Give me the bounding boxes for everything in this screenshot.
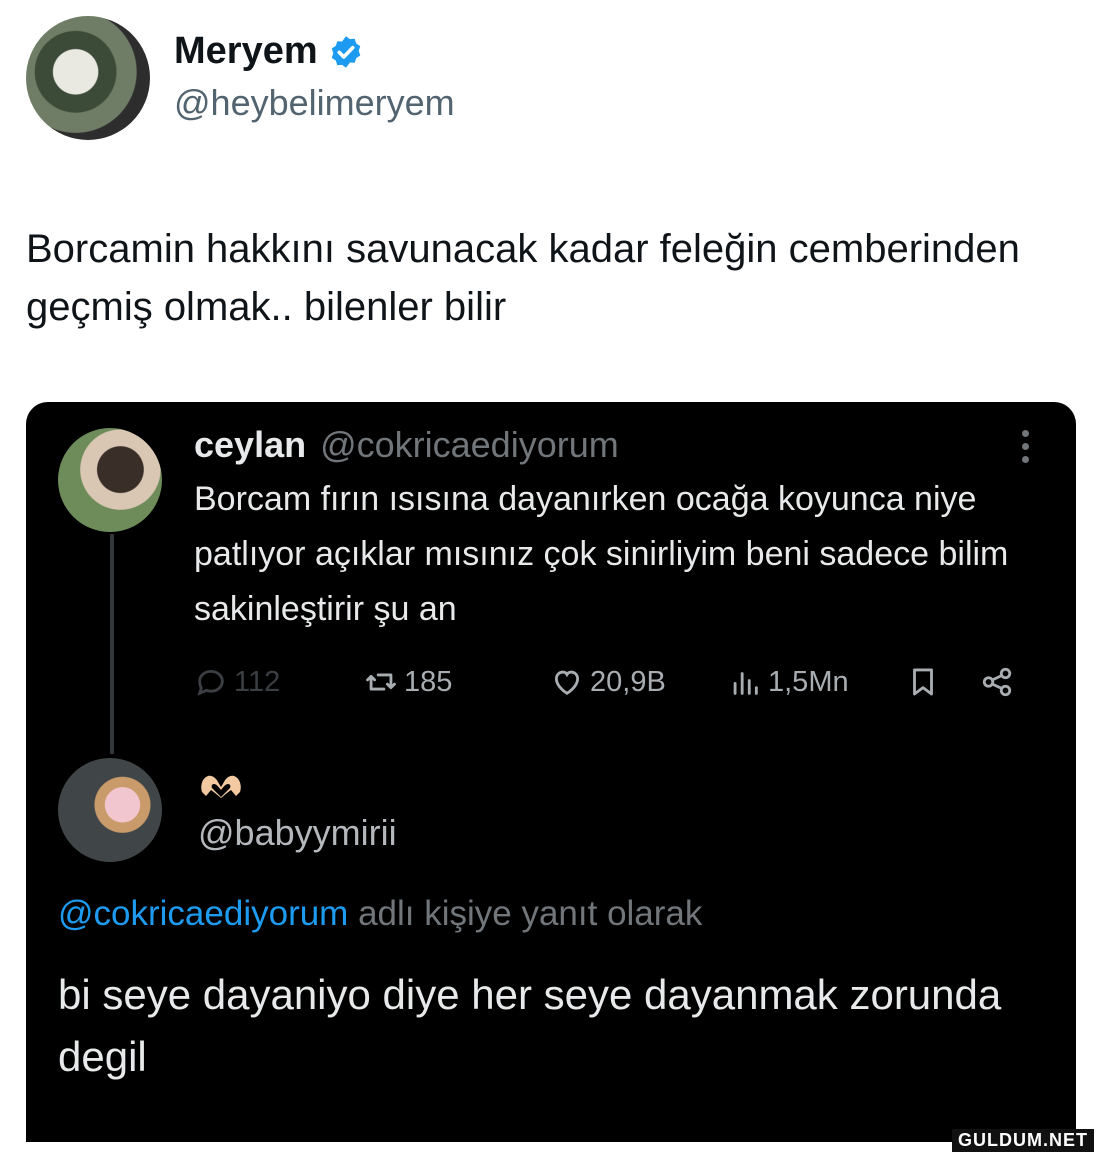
share-icon (982, 667, 1012, 697)
reply-author-handle[interactable]: @babyymirii (198, 812, 397, 854)
author-handle[interactable]: @heybelimeryem (174, 82, 455, 124)
site-watermark: GULDUM.NET (952, 1129, 1094, 1152)
replying-to-label: adlı kişiye yanıt olarak (348, 894, 703, 933)
bookmark-button[interactable] (906, 660, 940, 704)
reply-button[interactable]: 112 (194, 660, 280, 704)
verified-icon (331, 35, 360, 68)
like-button[interactable]: 20,9B (550, 660, 666, 704)
retweet-icon (366, 673, 396, 691)
quoted-text: Borcam fırın ısısına dayanırken ocağa ko… (194, 480, 1009, 628)
share-button[interactable] (980, 660, 1014, 704)
reply-mention-link[interactable]: @cokricaediyorum (58, 894, 348, 933)
like-count: 20,9B (590, 665, 666, 698)
quoted-author-name[interactable]: ceylan (194, 424, 306, 466)
quoted-author-avatar[interactable] (58, 428, 162, 532)
quoted-screenshot: ceylan @cokricaediyorum Borcam fırın ısı… (26, 402, 1076, 1142)
heart-hands-icon (201, 775, 241, 798)
more-icon[interactable] (1020, 430, 1030, 463)
reply-author-avatar[interactable] (58, 758, 162, 862)
author-name-row[interactable]: Meryem (174, 30, 364, 73)
reply-count: 112 (234, 665, 281, 698)
views-count: 1,5Mn (768, 665, 849, 698)
like-icon (554, 670, 580, 695)
quoted-author-handle[interactable]: @cokricaediyorum (320, 424, 619, 466)
action-bar: 112 185 20,9B 1,5Mn (194, 660, 1034, 704)
retweet-count: 185 (404, 665, 453, 698)
reply-icon (197, 669, 224, 696)
replying-to: @cokricaediyorum adlı kişiye yanıt olara… (58, 894, 702, 934)
reply-text: bi seye dayaniyo diye her seye dayanmak … (58, 971, 1002, 1080)
bookmark-icon (913, 668, 933, 696)
author-avatar[interactable] (26, 16, 150, 140)
thread-connector (110, 534, 114, 754)
views-icon (733, 672, 758, 695)
tweet-text: Borcamin hakkını savunacak kadar feleğin… (26, 227, 1020, 329)
retweet-button[interactable]: 185 (364, 660, 452, 704)
views-button[interactable]: 1,5Mn (728, 660, 849, 704)
author-name[interactable]: Meryem (174, 30, 318, 73)
quoted-header: ceylan @cokricaediyorum (194, 424, 619, 466)
